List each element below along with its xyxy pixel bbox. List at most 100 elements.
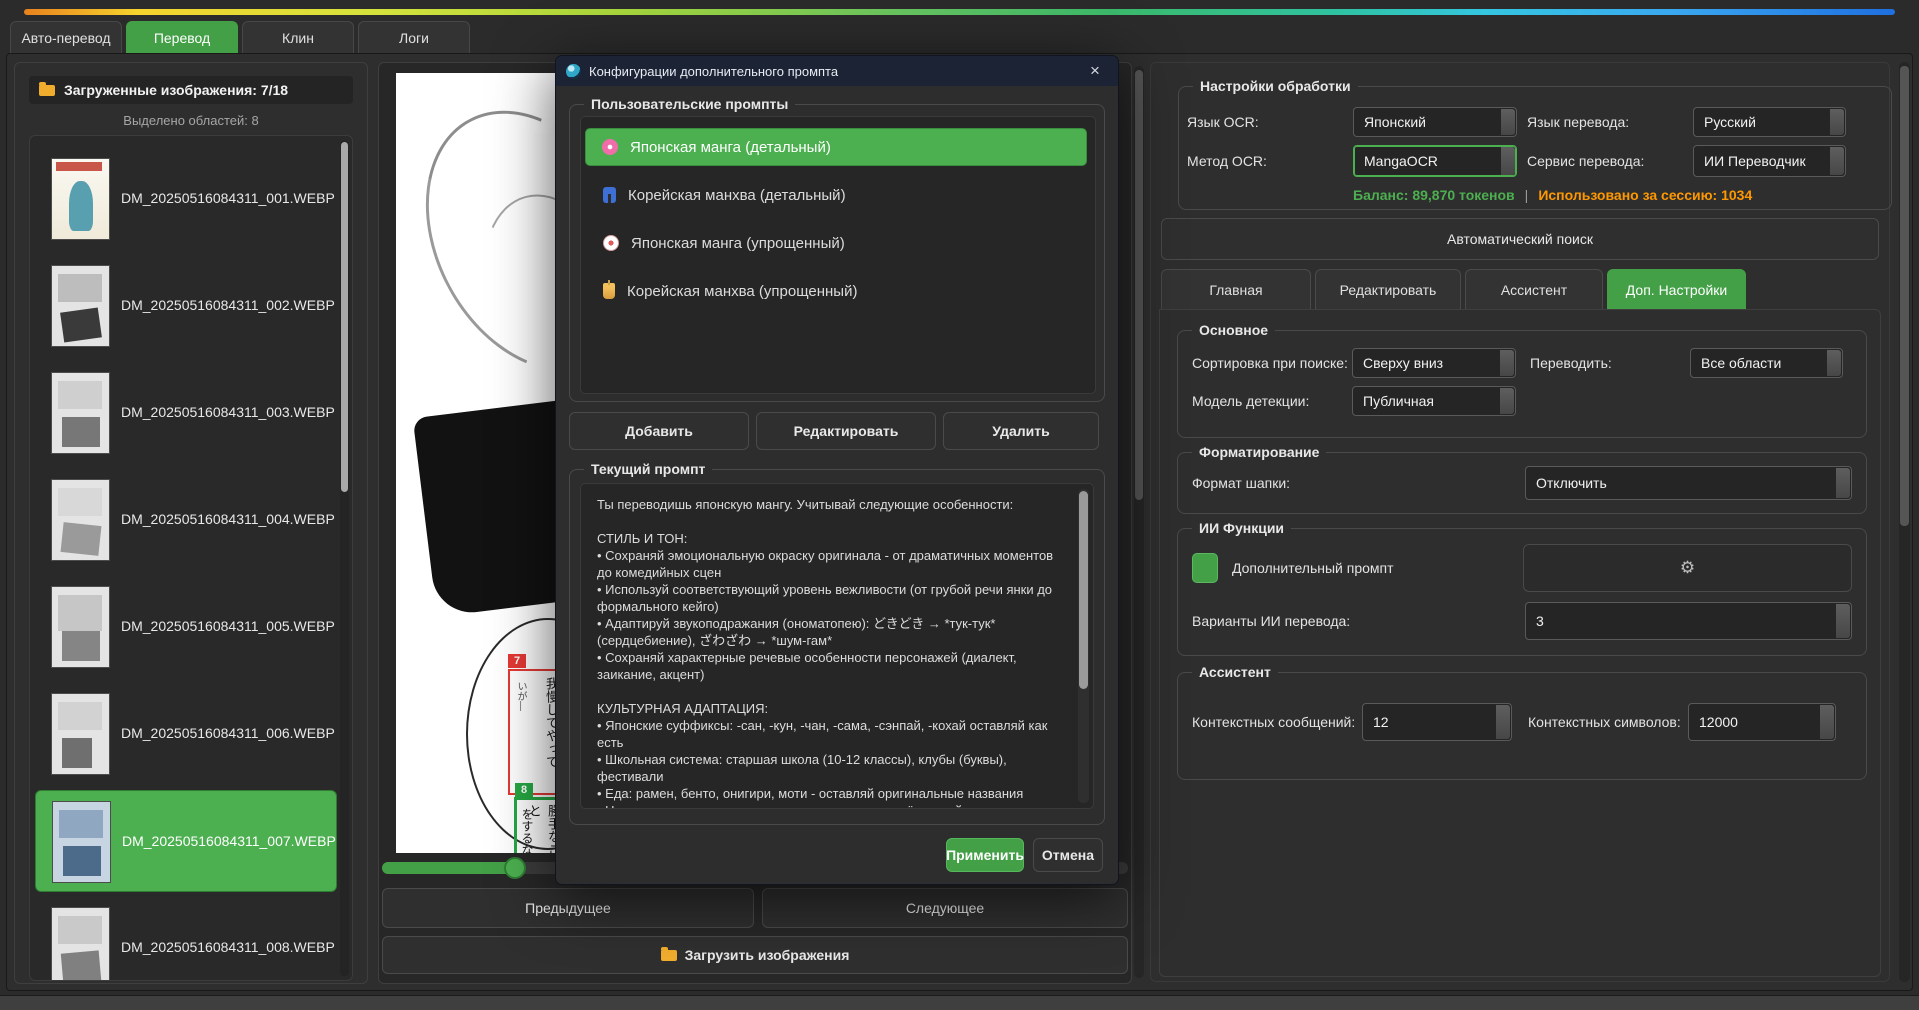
thumbnail — [51, 586, 110, 668]
right-panel-scrollbar[interactable] — [1899, 62, 1910, 982]
list-item[interactable]: DM_20250516084311_003.WEBP — [35, 362, 335, 462]
bubble-text-side: をするな — [519, 808, 536, 853]
ai-variants-spinner[interactable]: 3 — [1525, 602, 1852, 640]
images-list-scrollbar[interactable] — [340, 140, 349, 976]
status-bar — [0, 995, 1919, 1010]
group-title: Настройки обработки — [1193, 78, 1358, 95]
tab-clean[interactable]: Клин — [242, 21, 354, 54]
ai-functions-group: ИИ Функции Дополнительный промпт ⚙ Вариа… — [1177, 528, 1867, 656]
translation-language-label: Язык перевода: — [1527, 114, 1693, 130]
flower-icon — [602, 139, 618, 155]
translate-scope-select[interactable]: Все области — [1690, 348, 1843, 378]
viewer-scrollbar[interactable] — [1134, 66, 1144, 978]
separator: | — [1515, 187, 1539, 203]
list-item[interactable]: DM_20250516084311_001.WEBP — [35, 148, 335, 248]
ocr-method-select[interactable]: MangaOCR — [1353, 145, 1517, 177]
edit-label: Редактировать — [794, 423, 899, 439]
token-balance-line: Баланс: 89,870 токенов|Использовано за с… — [1353, 187, 1752, 203]
bubble-tea-icon — [603, 283, 615, 299]
balance-value: Баланс: 89,870 токенов — [1353, 187, 1515, 203]
apply-button[interactable]: Применить — [946, 838, 1024, 872]
settings-tab-bar: Главная Редактировать Ассистент Доп. Нас… — [1161, 269, 1746, 311]
auto-search-button[interactable]: Автоматический поиск — [1161, 218, 1879, 260]
context-messages-spinner[interactable]: 12 — [1362, 703, 1512, 741]
auto-search-label: Автоматический поиск — [1447, 231, 1593, 247]
slider-fill — [382, 862, 514, 874]
detection-model-label: Модель детекции: — [1192, 393, 1352, 409]
selected-areas-label: Выделено областей: 8 — [15, 113, 367, 128]
scrollbar-thumb[interactable] — [1079, 491, 1088, 689]
prompt-config-button[interactable]: ⚙ — [1523, 544, 1852, 592]
prompt-scrollbar[interactable] — [1078, 489, 1089, 803]
detection-model-select[interactable]: Публичная — [1352, 386, 1516, 416]
group-title: Пользовательские промпты — [584, 96, 795, 113]
prompt-item[interactable]: Корейская манхва (упрощенный) — [587, 272, 1081, 310]
loaded-images-label: Загруженные изображения: 7/18 — [64, 82, 288, 98]
list-item[interactable]: DM_20250516084311_004.WEBP — [35, 469, 335, 569]
delete-prompt-button[interactable]: Удалить — [943, 412, 1099, 450]
tab-assistant[interactable]: Ассистент — [1465, 269, 1603, 311]
load-label: Загрузить изображения — [685, 947, 850, 963]
detection-number: 8 — [515, 783, 533, 797]
thumbnail — [51, 479, 110, 561]
ai-variants-value: 3 — [1536, 613, 1544, 629]
prompt-textarea[interactable]: Ты переводишь японскую мангу. Учитывай с… — [580, 483, 1094, 809]
detection-number: 7 — [508, 654, 526, 668]
next-page-button[interactable]: Следующее — [762, 888, 1128, 928]
fishcake-icon — [603, 235, 619, 251]
tab-edit[interactable]: Редактировать — [1315, 269, 1461, 311]
tab-auto-translate[interactable]: Авто-перевод — [10, 21, 122, 54]
filename: DM_20250516084311_008.WEBP — [121, 939, 335, 955]
list-item-selected[interactable]: DM_20250516084311_007.WEBP — [35, 790, 337, 892]
dialog-title: Конфигурации дополнительного промпта — [589, 64, 838, 79]
close-icon[interactable]: × — [1084, 60, 1106, 82]
thumbnail — [51, 693, 110, 775]
list-item[interactable]: DM_20250516084311_006.WEBP — [35, 683, 335, 783]
loaded-images-header: Загруженные изображения: 7/18 — [29, 76, 353, 104]
scrollbar-thumb[interactable] — [341, 142, 348, 492]
ocr-language-label: Язык OCR: — [1187, 114, 1353, 130]
prompt-item[interactable]: Корейская манхва (детальный) — [587, 176, 1081, 214]
additional-prompt-label: Дополнительный промпт — [1232, 560, 1523, 576]
thumbnail — [51, 372, 110, 454]
ocr-language-select[interactable]: Японский — [1353, 107, 1517, 137]
current-prompt-group: Текущий промпт Ты переводишь японскую ма… — [569, 469, 1105, 825]
scrollbar-thumb[interactable] — [1135, 70, 1143, 500]
list-item[interactable]: DM_20250516084311_002.WEBP — [35, 255, 335, 355]
prompt-item[interactable]: Японская манга (упрощенный) — [587, 224, 1081, 262]
tab-translate[interactable]: Перевод — [126, 21, 238, 54]
filename: DM_20250516084311_002.WEBP — [121, 297, 335, 313]
previous-label: Предыдущее — [525, 900, 611, 916]
scrollbar-thumb[interactable] — [1900, 66, 1909, 526]
translate-scope-label: Переводить: — [1530, 355, 1690, 371]
assistant-group: Ассистент Контекстных сообщений: 12 Конт… — [1177, 672, 1867, 780]
header-format-label: Формат шапки: — [1192, 475, 1525, 491]
sort-on-search-select[interactable]: Сверху вниз — [1352, 348, 1516, 378]
cancel-button[interactable]: Отмена — [1033, 838, 1103, 872]
additional-prompt-checkbox[interactable] — [1192, 553, 1218, 583]
edit-prompt-button[interactable]: Редактировать — [756, 412, 936, 450]
tab-extra-settings[interactable]: Доп. Настройки — [1607, 269, 1746, 311]
header-format-select[interactable]: Отключить — [1525, 466, 1852, 500]
list-item[interactable]: DM_20250516084311_005.WEBP — [35, 576, 335, 676]
context-symbols-spinner[interactable]: 12000 — [1688, 703, 1836, 741]
dialog-title-bar[interactable]: Конфигурации дополнительного промпта — [556, 56, 1118, 86]
translation-service-label: Сервис перевода: — [1527, 153, 1693, 169]
tab-home[interactable]: Главная — [1161, 269, 1311, 311]
translation-service-select[interactable]: ИИ Переводчик — [1693, 145, 1846, 177]
prompt-item-selected[interactable]: Японская манга (детальный) — [585, 128, 1087, 166]
prompt-item-label: Корейская манхва (упрощенный) — [627, 283, 857, 300]
add-prompt-button[interactable]: Добавить — [569, 412, 749, 450]
translation-language-select[interactable]: Русский — [1693, 107, 1846, 137]
group-title: Форматирование — [1192, 444, 1326, 461]
list-item[interactable]: DM_20250516084311_008.WEBP — [35, 897, 335, 981]
prompt-item-label: Японская манга (детальный) — [630, 139, 831, 156]
filename: DM_20250516084311_006.WEBP — [121, 725, 335, 741]
previous-page-button[interactable]: Предыдущее — [382, 888, 754, 928]
tab-logs[interactable]: Логи — [358, 21, 470, 54]
load-images-button[interactable]: Загрузить изображения — [382, 936, 1128, 974]
prompt-actions-row: Добавить Редактировать Удалить — [569, 412, 1099, 450]
prompt-config-dialog: Конфигурации дополнительного промпта × П… — [555, 55, 1119, 885]
slider-handle[interactable] — [504, 857, 526, 879]
apply-label: Применить — [946, 847, 1024, 863]
